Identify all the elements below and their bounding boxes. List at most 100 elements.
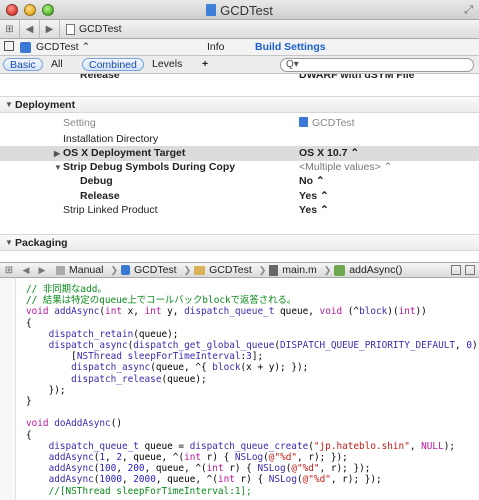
target-icon: [299, 117, 308, 127]
code-line[interactable]: dispatch_async(queue, ^{ block(x + y); }…: [26, 362, 308, 374]
setting-value[interactable]: DWARF with dSYM File ⌃: [299, 74, 426, 83]
build-settings-list: Release DWARF with dSYM File ⌃ ▼ Deploym…: [0, 74, 479, 264]
search-icon: Q▾: [286, 59, 299, 70]
code-line[interactable]: dispatch_queue_t queue = dispatch_queue_…: [26, 441, 455, 453]
filter-all-button[interactable]: All: [45, 58, 69, 71]
breadcrumb-file[interactable]: main.m: [269, 264, 317, 276]
code-line[interactable]: addAsync(1, 2, queue, ^(int r) { NSLog(@…: [26, 452, 348, 464]
navigate-back-button[interactable]: ◀: [18, 265, 34, 276]
disclosure-triangle-icon[interactable]: ▶: [54, 146, 60, 161]
settings-search-input[interactable]: Q▾: [280, 58, 474, 72]
add-icon[interactable]: [451, 265, 461, 275]
settings-filter-bar: Basic All Combined Levels + Q▾: [0, 56, 479, 74]
close-editor-icon[interactable]: [465, 265, 475, 275]
breadcrumb-label: main.m: [282, 264, 317, 276]
project-icon: [121, 265, 130, 275]
setting-value[interactable]: OS X 10.7 ⌃: [299, 146, 359, 161]
setting-name: Strip Linked Product: [63, 204, 158, 216]
breadcrumb-project[interactable]: GCDTest: [121, 264, 177, 276]
settings-row[interactable]: Release Yes ⌃: [0, 189, 479, 204]
code-line[interactable]: dispatch_release(queue);: [26, 374, 206, 386]
project-document-icon: [206, 4, 217, 16]
breadcrumb-label: addAsync(): [349, 264, 403, 276]
window-title-text: GCDTest: [220, 3, 273, 18]
navigate-back-button[interactable]: ◀: [20, 19, 40, 39]
breadcrumb-function[interactable]: addAsync(): [334, 264, 402, 276]
add-setting-button[interactable]: +: [196, 58, 214, 71]
settings-header-row: Setting GCDTest: [0, 114, 479, 132]
toggle-project-list-icon[interactable]: [4, 41, 14, 51]
setting-value[interactable]: No ⌃: [299, 174, 325, 189]
code-line[interactable]: void addAsync(int x, int y, dispatch_que…: [26, 306, 427, 318]
setting-value[interactable]: Yes ⌃: [299, 189, 329, 204]
code-line[interactable]: addAsync(100, 200, queue, ^(int r) { NSL…: [26, 463, 371, 475]
code-line[interactable]: [NSThread sleepForTimeInterval:3];: [26, 351, 263, 363]
tab-file[interactable]: GCDTest: [60, 23, 122, 35]
settings-row[interactable]: Debug No ⌃: [0, 174, 479, 189]
editor-tab-bar: ⊞ ◀ ▶ GCDTest: [0, 19, 479, 39]
code-line[interactable]: {: [26, 430, 32, 442]
code-line[interactable]: dispatch_retain(queue);: [26, 329, 179, 341]
settings-row[interactable]: ▼ Strip Debug Symbols During Copy <Multi…: [0, 160, 479, 175]
column-header-target-label: GCDTest: [312, 117, 355, 129]
manual-icon: [56, 265, 65, 275]
code-jump-bar: ⊞ ◀ ▶ Manual ❯ GCDTest ❯ GCDTest ❯ main.…: [0, 262, 479, 278]
chevron-right-icon: ❯: [323, 264, 332, 275]
setting-value[interactable]: Yes ⌃: [299, 203, 329, 218]
source-code-editor[interactable]: // 非同期なadd。// 結果は特定のqueue上でコールバックblockで返…: [0, 278, 479, 500]
chevron-right-icon: ❯: [110, 264, 118, 275]
related-items-grid-icon[interactable]: ⊞: [0, 265, 18, 276]
tab-info[interactable]: Info: [207, 41, 225, 53]
code-line[interactable]: }: [26, 396, 32, 408]
window-title: GCDTest: [0, 3, 479, 18]
setting-name: Release: [80, 74, 120, 81]
section-packaging[interactable]: ▼ Packaging: [0, 234, 479, 251]
code-line[interactable]: dispatch_async(dispatch_get_global_queue…: [26, 340, 479, 352]
breadcrumb-label: GCDTest: [209, 264, 252, 276]
settings-row[interactable]: Release DWARF with dSYM File ⌃: [0, 74, 479, 83]
tab-build-settings[interactable]: Build Settings: [255, 41, 326, 53]
code-line[interactable]: void doAddAsync(): [26, 418, 122, 430]
breadcrumb-group[interactable]: GCDTest: [194, 264, 252, 276]
section-title: Deployment: [15, 99, 76, 111]
breadcrumb-label: Manual: [69, 264, 104, 276]
setting-name: Installation Directory: [63, 133, 159, 145]
disclosure-triangle-icon[interactable]: ▼: [54, 160, 62, 175]
function-icon: [334, 264, 346, 276]
related-items-grid-icon[interactable]: ⊞: [0, 19, 20, 39]
line-gutter[interactable]: [0, 278, 16, 500]
filter-basic-button[interactable]: Basic: [3, 58, 43, 71]
filter-levels-button[interactable]: Levels: [146, 58, 188, 71]
setting-name: Debug: [80, 175, 113, 187]
setting-name: OS X Deployment Target: [63, 147, 186, 159]
folder-icon: [194, 265, 206, 275]
disclosure-triangle-icon: ▼: [5, 238, 13, 247]
column-header-target: GCDTest: [299, 114, 355, 132]
settings-row-selected[interactable]: ▶ OS X Deployment Target OS X 10.7 ⌃: [0, 146, 479, 161]
settings-row[interactable]: Installation Directory: [0, 132, 479, 147]
breadcrumb-manual[interactable]: Manual: [56, 264, 103, 276]
navigate-forward-button[interactable]: ▶: [40, 19, 60, 39]
section-deployment[interactable]: ▼ Deployment: [0, 96, 479, 113]
code-line[interactable]: {: [26, 318, 32, 330]
project-editor-bar: GCDTest ⌃ Info Build Settings: [0, 39, 479, 56]
code-line[interactable]: //[NSThread sleepForTimeInterval:1];: [26, 486, 252, 498]
project-icon: [20, 41, 31, 53]
navigate-forward-button[interactable]: ▶: [34, 265, 50, 276]
code-line[interactable]: // 結果は特定のqueue上でコールバックblockで返答される。: [26, 295, 296, 307]
fullscreen-icon[interactable]: ⤢: [464, 4, 473, 17]
file-icon: [66, 23, 75, 35]
tab-file-label: GCDTest: [79, 23, 122, 35]
section-title: Packaging: [15, 237, 68, 249]
code-line[interactable]: });: [26, 385, 66, 397]
window-title-bar: GCDTest ⤢: [0, 0, 479, 20]
m-file-icon: [269, 264, 279, 276]
chevron-right-icon: ❯: [183, 264, 192, 275]
code-line[interactable]: addAsync(1000, 2000, queue, ^(int r) { N…: [26, 474, 382, 486]
breadcrumb-label: GCDTest: [134, 264, 177, 276]
setting-value[interactable]: <Multiple values> ⌃: [299, 160, 392, 175]
setting-name: Strip Debug Symbols During Copy: [63, 161, 236, 173]
filter-combined-button[interactable]: Combined: [82, 58, 144, 71]
settings-row[interactable]: Strip Linked Product Yes ⌃: [0, 203, 479, 218]
project-selector[interactable]: GCDTest ⌃: [36, 41, 90, 53]
